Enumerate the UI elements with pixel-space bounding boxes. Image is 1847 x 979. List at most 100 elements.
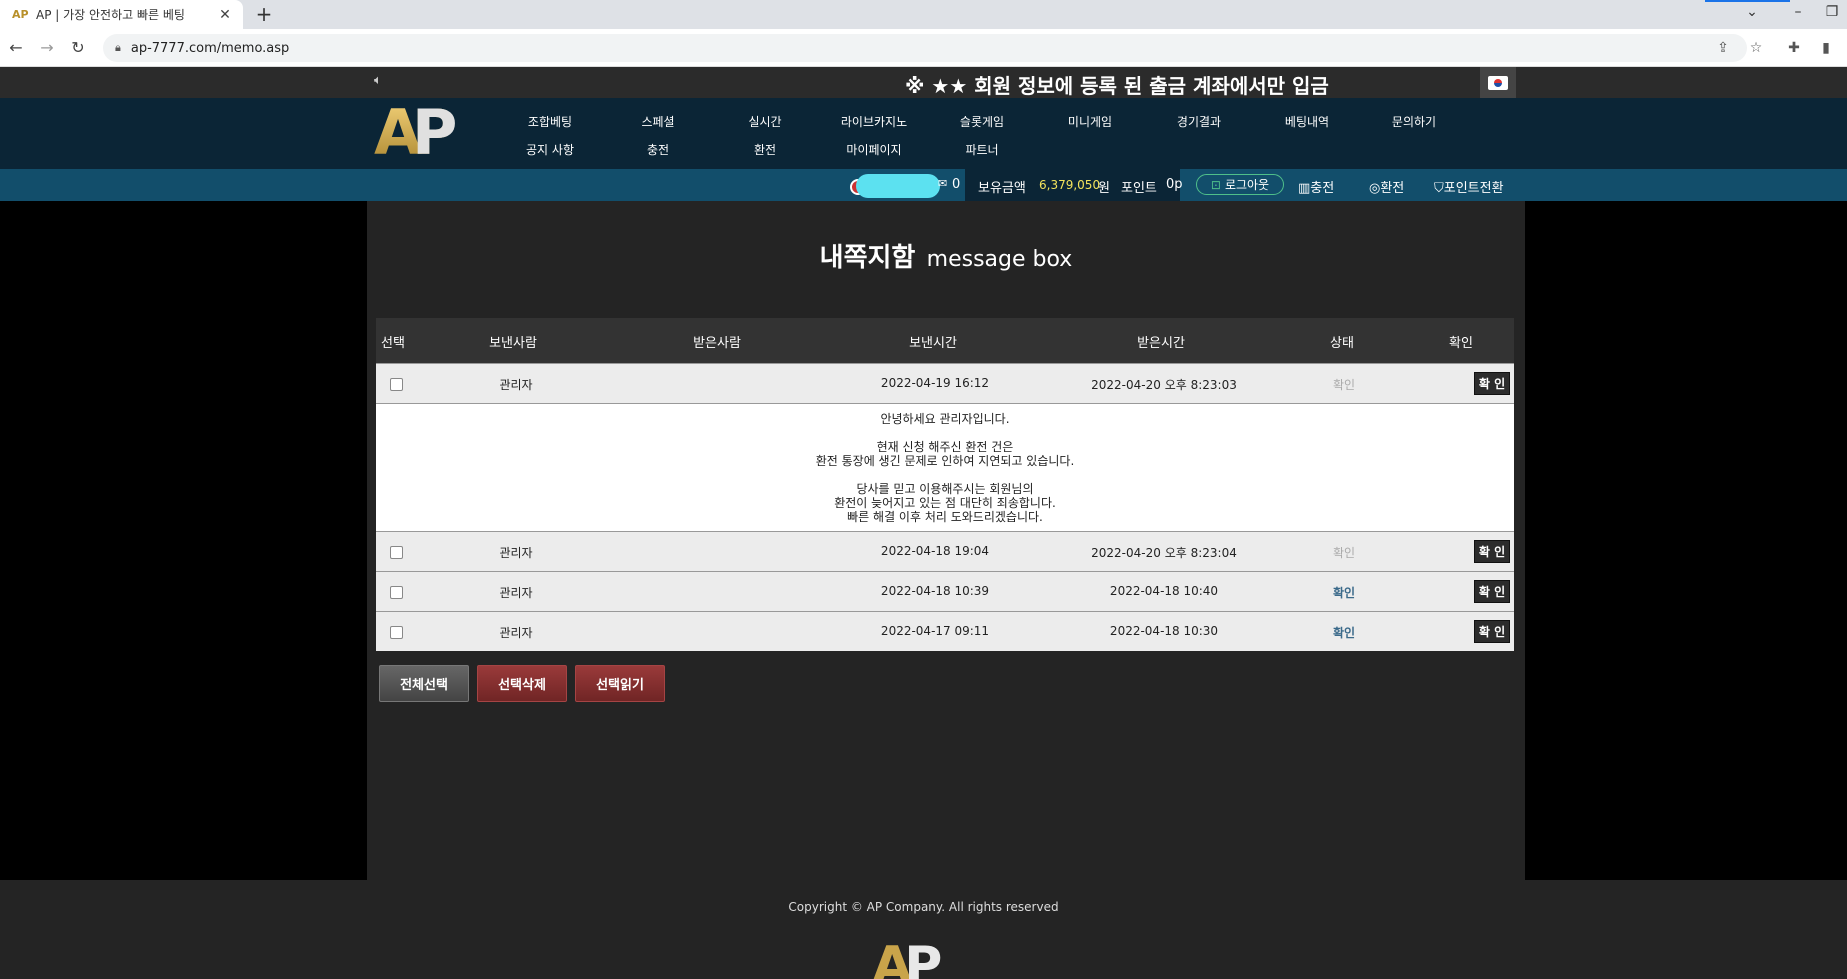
col-sender: 보낸사람 <box>489 336 537 351</box>
message-count[interactable]: 0 <box>952 177 960 192</box>
nav-partner[interactable]: 파트너 <box>965 141 998 158</box>
nav-live[interactable]: 실시간 <box>748 113 781 130</box>
row-status: 확인 <box>1332 378 1356 392</box>
point-convert-label: 포인트전환 <box>1443 181 1504 196</box>
side-panel-icon[interactable]: ▮ <box>1815 37 1837 59</box>
language-flag-icon[interactable] <box>1480 67 1516 98</box>
forward-arrow-icon[interactable]: → <box>36 37 58 59</box>
row-status: 확인 <box>1332 626 1356 640</box>
deposit-label: 충전 <box>1310 181 1335 196</box>
nav-results[interactable]: 경기결과 <box>1177 113 1221 130</box>
point-value: 0p <box>1166 177 1183 192</box>
withdraw-label: 환전 <box>1380 181 1405 196</box>
row-checkbox[interactable] <box>390 626 403 639</box>
nav-special[interactable]: 스페셜 <box>641 113 674 130</box>
read-selected-button[interactable]: 선택읽기 <box>575 665 665 702</box>
withdraw-icon: ◎ <box>1369 181 1381 196</box>
nav-live-casino[interactable]: 라이브카지노 <box>841 113 907 130</box>
message-line: 안녕하세요 관리자입니다. <box>880 412 1010 426</box>
col-received-time: 받은시간 <box>1137 336 1185 351</box>
back-arrow-icon[interactable]: ← <box>5 37 27 59</box>
row-checkbox[interactable] <box>390 586 403 599</box>
table-header: 선택 보낸사람 받은사람 보낸시간 받은시간 상태 확인 <box>376 318 1514 363</box>
site-header: AP 조합베팅 스페셜 실시간 라이브카지노 슬롯게임 미니게임 경기결과 베팅… <box>0 98 1847 169</box>
site-favicon-icon: AP <box>12 8 29 21</box>
site-logo[interactable]: AP <box>374 98 499 168</box>
notice-bar: 🔈︎ ※ ★★ 회원 정보에 등록 된 출금 계좌에서만 입금 <box>0 67 1847 98</box>
page-title-english: message box <box>926 247 1073 272</box>
row-sent-time: 2022-04-17 09:11 <box>880 624 990 638</box>
nav-mini-games[interactable]: 미니게임 <box>1068 113 1112 130</box>
logo-letter-p: P <box>411 96 458 169</box>
message-content: 안녕하세요 관리자입니다. 현재 신청 해주신 환전 건은 환전 통장에 생긴 … <box>376 403 1514 531</box>
bookmark-star-icon[interactable]: ☆ <box>1745 37 1767 59</box>
copyright-text: Copyright © AP Company. All rights reser… <box>788 900 1059 914</box>
tab-search-icon[interactable]: ⌄ <box>1742 4 1762 20</box>
tab-title: AP | 가장 안전하고 빠른 베팅 <box>36 8 185 22</box>
footer-logo-a: A <box>872 936 912 979</box>
message-line: 빠른 해결 이후 처리 도와드리겠습니다. <box>847 510 1043 524</box>
nav-withdraw[interactable]: 환전 <box>754 141 776 158</box>
row-checkbox[interactable] <box>390 378 403 391</box>
row-sent-time: 2022-04-19 16:12 <box>880 376 990 390</box>
message-line: 환전 통장에 생긴 문제로 인하여 지연되고 있습니다. <box>815 454 1075 468</box>
col-receiver: 받은사람 <box>693 336 741 351</box>
row-received-time: 2022-04-20 오후 8:23:03 <box>1091 378 1237 392</box>
nav-slot-games[interactable]: 슬롯게임 <box>960 113 1004 130</box>
site-footer: Copyright © AP Company. All rights reser… <box>0 880 1847 979</box>
point-convert-link[interactable]: ⛉포인트전환 <box>1434 177 1504 196</box>
address-bar[interactable]: 🔒︎ ap-7777.com/memo.asp <box>103 34 1747 62</box>
row-confirm-button[interactable]: 확 인 <box>1474 620 1510 643</box>
row-sent-time: 2022-04-18 10:39 <box>880 584 990 598</box>
share-icon[interactable]: ⇪ <box>1712 37 1734 59</box>
lock-icon[interactable]: 🔒︎ <box>115 41 121 55</box>
row-checkbox[interactable] <box>390 546 403 559</box>
row-received-time: 2022-04-18 10:30 <box>1109 624 1219 638</box>
col-status: 상태 <box>1330 336 1354 351</box>
reload-icon[interactable]: ↻ <box>67 37 89 59</box>
row-confirm-button[interactable]: 확 인 <box>1474 372 1510 395</box>
nav-inquiry[interactable]: 문의하기 <box>1392 113 1436 130</box>
balance-label: 보유금액 <box>978 181 1026 196</box>
message-table: 선택 보낸사람 받은사람 보낸시간 받은시간 상태 확인 관리자 2022-04… <box>376 318 1514 651</box>
nav-notice[interactable]: 공지 사항 <box>526 141 574 158</box>
row-confirm-button[interactable]: 확 인 <box>1474 540 1510 563</box>
table-row[interactable]: 관리자 2022-04-17 09:11 2022-04-18 10:30 확인… <box>376 611 1514 651</box>
delete-selected-button[interactable]: 선택삭제 <box>477 665 567 702</box>
select-all-button[interactable]: 전체선택 <box>379 665 469 702</box>
balance-unit: 원 <box>1098 181 1110 196</box>
table-row[interactable]: 관리자 2022-04-18 10:39 2022-04-18 10:40 확인… <box>376 571 1514 611</box>
user-bar: ✉ 0 보유금액 6,379,050 원 포인트 0p ⊡ 로그아웃 ▥충전 ◎… <box>0 169 1847 201</box>
tab-strip-accent <box>1705 0 1790 2</box>
new-tab-button[interactable]: + <box>252 3 276 27</box>
maximize-icon[interactable]: ❐ <box>1822 4 1842 20</box>
withdraw-link[interactable]: ◎환전 <box>1369 177 1404 196</box>
balance-value: 6,379,050 <box>1039 178 1101 192</box>
shield-icon: ⛉ <box>1434 181 1444 196</box>
browser-tab[interactable]: AP AP | 가장 안전하고 빠른 베팅 ✕ <box>0 0 243 29</box>
table-row[interactable]: 관리자 2022-04-18 19:04 2022-04-20 오후 8:23:… <box>376 531 1514 571</box>
extensions-puzzle-icon[interactable]: ✚ <box>1783 37 1805 59</box>
table-row[interactable]: 관리자 2022-04-19 16:12 2022-04-20 오후 8:23:… <box>376 363 1514 403</box>
speaker-icon[interactable]: 🔈︎ <box>374 73 382 88</box>
row-sender: 관리자 <box>499 378 533 392</box>
message-envelope-icon[interactable]: ✉ <box>938 177 947 190</box>
row-status: 확인 <box>1332 546 1356 560</box>
minimize-icon[interactable]: – <box>1788 4 1808 20</box>
browser-tab-bar: AP AP | 가장 안전하고 빠른 베팅 ✕ + ⌄ – ❐ <box>0 0 1847 29</box>
message-line <box>376 468 1514 482</box>
logout-button[interactable]: ⊡ 로그아웃 <box>1196 174 1284 195</box>
deposit-link[interactable]: ▥충전 <box>1298 177 1334 196</box>
deposit-icon: ▥ <box>1298 181 1311 196</box>
col-sent-time: 보낸시간 <box>909 336 957 351</box>
col-confirm: 확인 <box>1449 336 1473 351</box>
row-confirm-button[interactable]: 확 인 <box>1474 580 1510 603</box>
nav-combo-betting[interactable]: 조합베팅 <box>528 113 572 130</box>
nav-bet-history[interactable]: 베팅내역 <box>1285 113 1329 130</box>
tab-close-icon[interactable]: ✕ <box>215 7 235 23</box>
nav-deposit[interactable]: 충전 <box>647 141 669 158</box>
row-sender: 관리자 <box>499 546 533 560</box>
nav-my-page[interactable]: 마이페이지 <box>846 141 901 158</box>
username-redacted <box>856 174 940 198</box>
message-line: 당사를 믿고 이용해주시는 회원님의 <box>856 482 1034 496</box>
